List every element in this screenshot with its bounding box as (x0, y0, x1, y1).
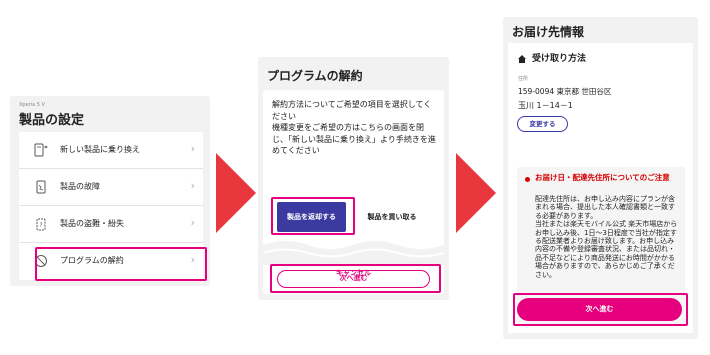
home-icon (518, 55, 526, 63)
wave-divider (263, 241, 444, 265)
menu-item-label: 製品の故障 (60, 182, 100, 191)
menu-item-lost[interactable]: ? 製品の盗難・紛失 › (19, 206, 203, 243)
address-line-2: 玉川 1－14－1 (518, 101, 573, 110)
menu-item-label: 製品の盗難・紛失 (60, 219, 124, 228)
warning-dot-icon (525, 177, 530, 182)
settings-panel: Xperia 5 V 製品の設定 新しい製品に乗り換え › 製品の故障 › ? … (10, 96, 210, 286)
cancel-link[interactable]: キャンセル (263, 268, 444, 278)
address-label: 住所 (518, 76, 529, 82)
instruction-body: 解約方法についてご希望の項目を選択してください 機種変更をご希望の方はこちらの画… (272, 100, 436, 155)
highlight-box (271, 197, 355, 235)
delivery-card: 受け取り方法 住所 159-0094 東京都 世田谷区 玉川 1－14－1 変更… (508, 43, 693, 333)
change-address-button[interactable]: 変更する (517, 116, 568, 132)
broken-phone-icon (36, 180, 46, 194)
section-title: 受け取り方法 (532, 54, 587, 64)
menu-item-label: 新しい製品に乗り換え (60, 145, 140, 154)
page-title: お届け先情報 (512, 25, 585, 39)
highlight-box (35, 247, 207, 281)
instruction-text: 解約方法についてご希望の項目を選択してください 機種変更をご希望の方はこちらの画… (272, 99, 438, 157)
page-title: プログラムの解約 (267, 69, 363, 83)
highlight-box (513, 293, 688, 326)
buy-product-button[interactable]: 製品を買い取る (351, 202, 433, 232)
phone-swap-icon (34, 143, 48, 157)
device-model: Xperia 5 V (19, 102, 45, 108)
delivery-info-panel: お届け先情報 受け取り方法 住所 159-0094 東京都 世田谷区 玉川 1－… (503, 17, 698, 339)
lost-phone-icon: ? (36, 218, 46, 231)
step-arrow-icon (456, 153, 496, 233)
step-arrow-icon (216, 153, 256, 233)
page-title: 製品の設定 (19, 113, 85, 128)
cancel-program-panel: プログラムの解約 解約方法についてご希望の項目を選択してください 機種変更をご希… (258, 57, 449, 300)
svg-text:?: ? (39, 222, 42, 229)
chevron-right-icon: › (190, 216, 195, 229)
menu-item-broken[interactable]: 製品の故障 › (19, 169, 203, 206)
notice-title: お届け日・配達先住所についてのご注意 (535, 173, 670, 182)
chevron-right-icon: › (190, 142, 195, 155)
menu-item-switch-product[interactable]: 新しい製品に乗り換え › (19, 132, 203, 169)
chevron-right-icon: › (190, 179, 195, 192)
notice-body: 配達先住所は、お申し込み内容にプランが含まれる場合、提出した本人確認書類と一致す… (535, 195, 678, 279)
address-line-1: 159-0094 東京都 世田谷区 (518, 87, 612, 96)
